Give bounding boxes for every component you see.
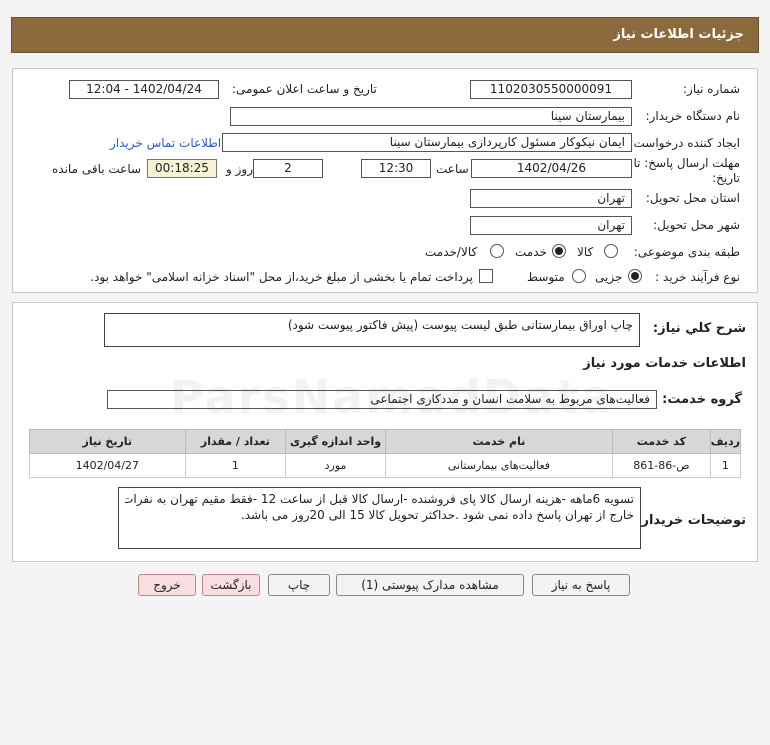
time-label: ساعت bbox=[436, 162, 469, 176]
col-service-name: نام خدمت bbox=[384, 429, 613, 454]
announce-field: 1402/04/24 - 12:04 bbox=[69, 80, 219, 99]
buyer-notes-field: تسویه 6ماهه -هزینه ارسال کالا پای فروشند… bbox=[118, 487, 641, 549]
services-table-wrap: ردیف کد خدمت نام خدمت واحد اندازه گیری ت… bbox=[29, 429, 742, 478]
process-option-medium: متوسط bbox=[527, 270, 565, 284]
province-field: تهران bbox=[470, 189, 632, 208]
table-row: 1 ص-86-861 فعالیت‌های بیمارستانی مورد 1 … bbox=[29, 453, 742, 478]
cell-unit: مورد bbox=[285, 453, 386, 478]
category-option-goods: کالا bbox=[577, 245, 594, 259]
attachments-button[interactable]: مشاهده مدارک پیوستی (1) bbox=[336, 574, 524, 596]
reply-button[interactable]: پاسخ به نیاز bbox=[532, 574, 630, 596]
summary-field: چاپ اوراق بیمارستانی طبق لیست پیوست (پیش… bbox=[104, 313, 640, 347]
remaining-time-field: 00:18:25 bbox=[147, 159, 217, 178]
print-button[interactable]: چاپ bbox=[268, 574, 330, 596]
services-title: اطلاعات خدمات مورد نیاز bbox=[583, 356, 746, 371]
treasury-payment-note: پرداخت تمام یا بخشی از مبلغ خرید،از محل … bbox=[90, 270, 473, 284]
province-label: استان محل تحویل: bbox=[645, 191, 740, 205]
deadline-label: مهلت ارسال پاسخ: تا تاریخ: bbox=[633, 156, 740, 185]
deadline-date-field: 1402/04/26 bbox=[471, 159, 632, 178]
group-label: گروه خدمت: bbox=[662, 392, 742, 407]
cell-row: 1 bbox=[709, 453, 742, 478]
category-label: طبقه بندی موضوعی: bbox=[633, 245, 740, 259]
announce-label: تاریخ و ساعت اعلان عمومی: bbox=[232, 82, 377, 96]
col-service-code: کد خدمت bbox=[611, 429, 711, 454]
contact-buyer-link[interactable]: اطلاعات تماس خریدار bbox=[110, 136, 221, 150]
col-unit: واحد اندازه گیری bbox=[285, 429, 386, 454]
back-button[interactable]: بازگشت bbox=[202, 574, 260, 596]
col-quantity: تعداد / مقدار bbox=[184, 429, 287, 454]
page-header: جزئیات اطلاعات نیاز bbox=[11, 17, 759, 53]
buyer-field: بیمارستان سینا bbox=[230, 107, 632, 126]
category-radio-service[interactable] bbox=[552, 244, 566, 261]
table-header-row: ردیف کد خدمت نام خدمت واحد اندازه گیری ت… bbox=[29, 429, 742, 454]
days-label: روز و bbox=[226, 162, 253, 176]
category-radio-goods-service[interactable] bbox=[490, 244, 504, 261]
category-option-service: خدمت bbox=[515, 245, 547, 259]
buyer-notes-label: توضیحات خریدار: bbox=[636, 513, 746, 528]
need-number-field: 1102030550000091 bbox=[470, 80, 632, 99]
exit-button[interactable]: خروج bbox=[138, 574, 196, 596]
category-option-goods-service: کالا/خدمت bbox=[425, 245, 478, 259]
process-label: نوع فرآیند خرید : bbox=[655, 270, 740, 284]
category-radio-goods[interactable] bbox=[604, 244, 618, 261]
buyer-notes-line-1: تسویه 6ماهه -هزینه ارسال کالا پای فروشند… bbox=[125, 492, 634, 506]
days-field: 2 bbox=[253, 159, 323, 178]
treasury-payment-checkbox[interactable] bbox=[479, 269, 493, 283]
cell-service-name: فعالیت‌های بیمارستانی bbox=[384, 453, 613, 478]
buyer-label: نام دستگاه خریدار: bbox=[645, 109, 741, 123]
creator-label: ایجاد کننده درخواست: bbox=[629, 136, 740, 150]
col-need-date: تاریخ نیاز bbox=[29, 429, 186, 454]
cell-need-date: 1402/04/27 bbox=[29, 453, 186, 478]
process-radio-medium[interactable] bbox=[572, 269, 586, 286]
watermark: ParsNamadData bbox=[170, 370, 614, 424]
services-table: ردیف کد خدمت نام خدمت واحد اندازه گیری ت… bbox=[29, 429, 742, 478]
col-row: ردیف bbox=[709, 429, 742, 454]
remaining-label: ساعت باقی مانده bbox=[52, 162, 142, 176]
deadline-time-field: 12:30 bbox=[361, 159, 431, 178]
summary-label: شرح کلي نياز: bbox=[652, 321, 746, 336]
page-title: جزئیات اطلاعات نیاز bbox=[613, 27, 744, 42]
cell-service-code: ص-86-861 bbox=[611, 453, 711, 478]
need-number-label: شماره نیاز: bbox=[683, 82, 740, 96]
cell-quantity: 1 bbox=[184, 453, 287, 478]
process-radio-minor[interactable] bbox=[628, 269, 642, 286]
city-field: تهران bbox=[470, 216, 632, 235]
city-label: شهر محل تحویل: bbox=[653, 218, 740, 232]
creator-field: ایمان نیکوکار مسئول کارپردازی بیمارستان … bbox=[222, 133, 632, 152]
buyer-notes-line-2: خارج از تهران پاسخ داده نمی شود .حداکثر … bbox=[240, 508, 634, 522]
process-option-minor: جزیی bbox=[595, 270, 623, 284]
